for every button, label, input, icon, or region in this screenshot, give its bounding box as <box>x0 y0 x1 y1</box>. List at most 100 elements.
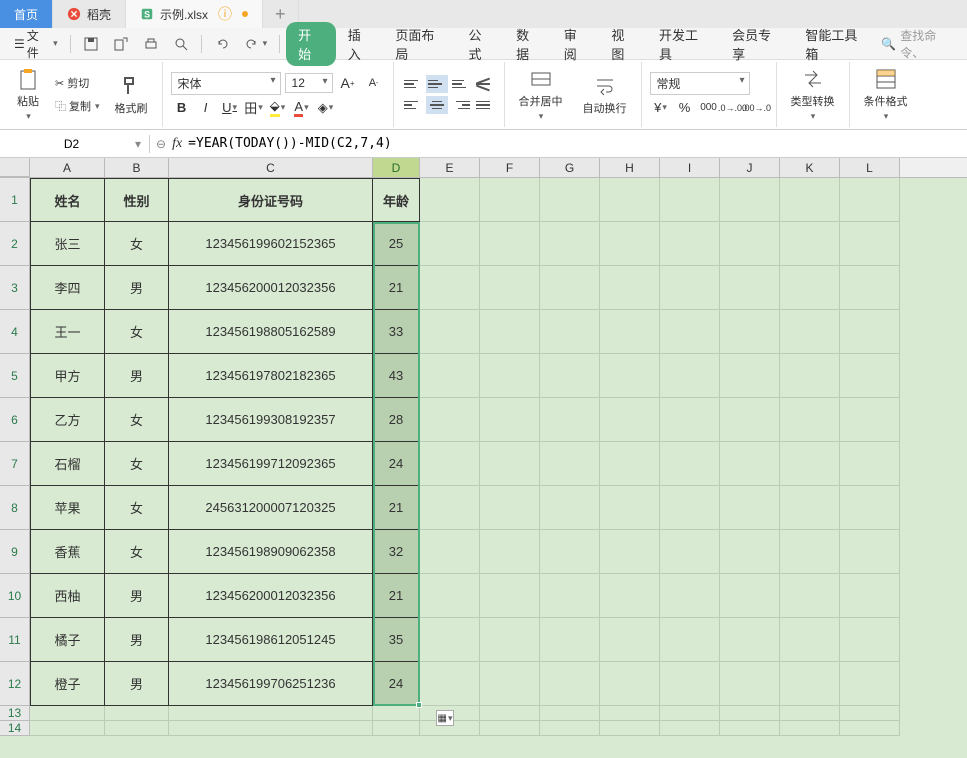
cell-D12[interactable]: 24 <box>373 662 420 706</box>
cell-G12[interactable] <box>540 662 600 706</box>
cell-F9[interactable] <box>480 530 540 574</box>
cell-H7[interactable] <box>600 442 660 486</box>
orientation-button[interactable] <box>474 75 496 93</box>
underline-button[interactable]: U▾ <box>219 98 241 118</box>
cell-G11[interactable] <box>540 618 600 662</box>
font-color-button[interactable]: A▾ <box>291 98 313 118</box>
menu-insert[interactable]: 插入 <box>338 21 384 67</box>
cell-F1[interactable] <box>480 178 540 222</box>
cell-E1[interactable] <box>420 178 480 222</box>
row-header-14[interactable]: 14 <box>0 721 30 736</box>
cell-E10[interactable] <box>420 574 480 618</box>
cell-K7[interactable] <box>780 442 840 486</box>
fill-color-button[interactable]: ⬙▾ <box>267 98 289 118</box>
cell-I3[interactable] <box>660 266 720 310</box>
cell-I12[interactable] <box>660 662 720 706</box>
cell-L14[interactable] <box>840 721 900 736</box>
col-header-D[interactable]: D <box>373 158 420 177</box>
row-header-11[interactable]: 11 <box>0 618 30 662</box>
cell-C9[interactable]: 123456198909062358 <box>169 530 373 574</box>
col-header-F[interactable]: F <box>480 158 540 177</box>
cell-F11[interactable] <box>480 618 540 662</box>
type-convert-button[interactable]: 类型转换▾ <box>785 65 841 124</box>
number-format-select[interactable]: 常规 <box>650 72 750 95</box>
cell-K8[interactable] <box>780 486 840 530</box>
cut-button[interactable]: ✂剪切 <box>52 73 103 93</box>
row-header-7[interactable]: 7 <box>0 442 30 486</box>
cell-A9[interactable]: 香蕉 <box>30 530 105 574</box>
cell-B14[interactable] <box>105 721 169 736</box>
cond-format-button[interactable]: 条件格式▾ <box>858 65 914 124</box>
cell-D10[interactable]: 21 <box>373 574 420 618</box>
qat-print[interactable] <box>137 32 165 56</box>
cell-J8[interactable] <box>720 486 780 530</box>
menu-member[interactable]: 会员专享 <box>722 21 793 67</box>
cell-G6[interactable] <box>540 398 600 442</box>
align-right-button[interactable] <box>450 96 472 114</box>
cell-G9[interactable] <box>540 530 600 574</box>
select-all-corner[interactable] <box>0 158 30 177</box>
cell-K11[interactable] <box>780 618 840 662</box>
cell-C7[interactable]: 123456199712092365 <box>169 442 373 486</box>
cell-C14[interactable] <box>169 721 373 736</box>
comma-button[interactable]: 000 <box>698 98 720 118</box>
cell-L9[interactable] <box>840 530 900 574</box>
cell-G5[interactable] <box>540 354 600 398</box>
cell-E4[interactable] <box>420 310 480 354</box>
col-header-H[interactable]: H <box>600 158 660 177</box>
cell-H14[interactable] <box>600 721 660 736</box>
qat-output[interactable] <box>107 32 135 56</box>
cell-H12[interactable] <box>600 662 660 706</box>
cell-E2[interactable] <box>420 222 480 266</box>
menu-data[interactable]: 数据 <box>506 21 552 67</box>
menu-devtools[interactable]: 开发工具 <box>649 21 720 67</box>
decrease-font-button[interactable]: A- <box>363 73 385 93</box>
cell-E12[interactable] <box>420 662 480 706</box>
cell-I14[interactable] <box>660 721 720 736</box>
cell-F13[interactable] <box>480 706 540 721</box>
cell-J3[interactable] <box>720 266 780 310</box>
row-header-4[interactable]: 4 <box>0 310 30 354</box>
cell-G10[interactable] <box>540 574 600 618</box>
cell-K1[interactable] <box>780 178 840 222</box>
cell-F5[interactable] <box>480 354 540 398</box>
cell-I8[interactable] <box>660 486 720 530</box>
cell-E8[interactable] <box>420 486 480 530</box>
row-header-8[interactable]: 8 <box>0 486 30 530</box>
cell-L8[interactable] <box>840 486 900 530</box>
cell-B6[interactable]: 女 <box>105 398 169 442</box>
cell-H13[interactable] <box>600 706 660 721</box>
percent-button[interactable]: % <box>674 98 696 118</box>
cell-L2[interactable] <box>840 222 900 266</box>
increase-font-button[interactable]: A+ <box>337 73 359 93</box>
cell-E7[interactable] <box>420 442 480 486</box>
cancel-formula-icon[interactable]: ⊖ <box>156 137 166 151</box>
align-center-button[interactable] <box>426 96 448 114</box>
increase-decimal-button[interactable]: .0→.00 <box>722 98 744 118</box>
cell-E5[interactable] <box>420 354 480 398</box>
menu-review[interactable]: 审阅 <box>554 21 600 67</box>
cell-K4[interactable] <box>780 310 840 354</box>
decrease-decimal-button[interactable]: .00→.0 <box>746 98 768 118</box>
cell-C6[interactable]: 123456199308192357 <box>169 398 373 442</box>
copy-button[interactable]: ⿻复制▾ <box>52 96 103 116</box>
cell-A3[interactable]: 李四 <box>30 266 105 310</box>
menu-formula[interactable]: 公式 <box>459 21 505 67</box>
format-painter-button[interactable]: 格式刷 <box>109 72 154 118</box>
menu-pagelayout[interactable]: 页面布局 <box>385 21 456 67</box>
cell-K6[interactable] <box>780 398 840 442</box>
cell-H8[interactable] <box>600 486 660 530</box>
cell-L6[interactable] <box>840 398 900 442</box>
cell-A2[interactable]: 张三 <box>30 222 105 266</box>
row-header-13[interactable]: 13 <box>0 706 30 721</box>
cell-I4[interactable] <box>660 310 720 354</box>
col-header-J[interactable]: J <box>720 158 780 177</box>
cell-L13[interactable] <box>840 706 900 721</box>
cell-H9[interactable] <box>600 530 660 574</box>
cell-I9[interactable] <box>660 530 720 574</box>
indent-button[interactable] <box>474 96 496 114</box>
cell-J13[interactable] <box>720 706 780 721</box>
tab-daoke[interactable]: 稻壳 <box>53 0 126 28</box>
cell-D8[interactable]: 21 <box>373 486 420 530</box>
col-header-E[interactable]: E <box>420 158 480 177</box>
